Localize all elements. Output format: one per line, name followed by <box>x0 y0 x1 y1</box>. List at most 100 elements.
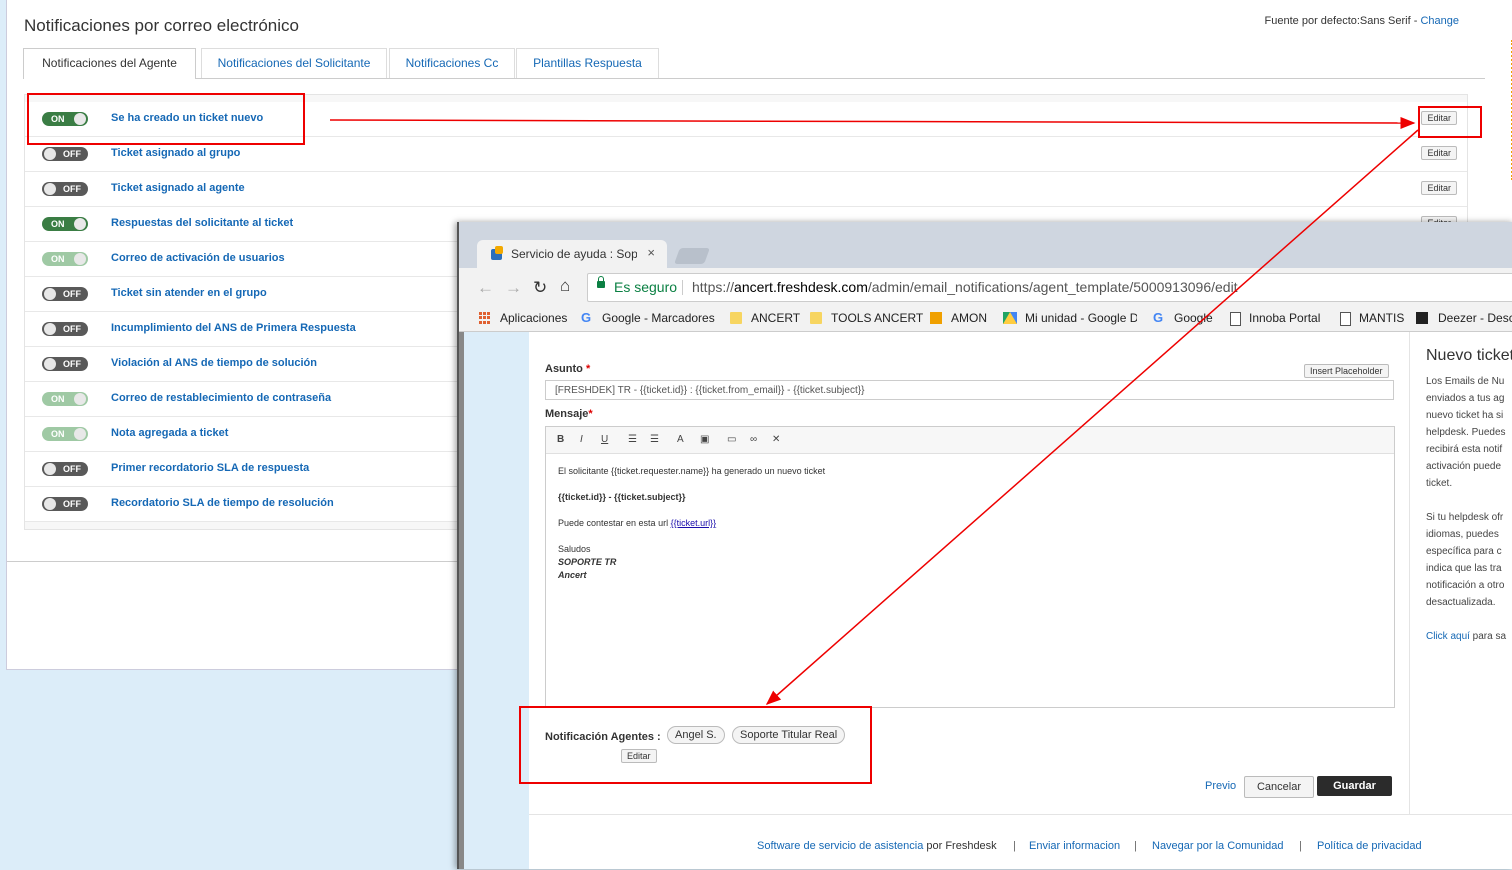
notification-label[interactable]: Primer recordatorio SLA de respuesta <box>111 462 309 474</box>
toggle-switch[interactable]: OFF <box>42 182 88 196</box>
reload-icon[interactable]: ↻ <box>533 278 547 298</box>
notification-tabs: Notificaciones del Agente Notificaciones… <box>23 48 1485 79</box>
annotation-box <box>1418 106 1482 138</box>
numbered-list-icon[interactable]: ☰ <box>650 434 659 445</box>
body-line: {{ticket.id}} - {{ticket.subject}} <box>558 492 686 502</box>
body-line: Puede contestar en esta url <box>558 518 671 528</box>
google-icon: G <box>1153 310 1164 325</box>
notification-label[interactable]: Ticket asignado al grupo <box>111 147 240 159</box>
cancel-button[interactable]: Cancelar <box>1244 776 1314 798</box>
bookmark-tools-ancert[interactable]: TOOLS ANCERT <box>831 311 923 325</box>
message-body[interactable]: El solicitante {{ticket.requester.name}}… <box>558 465 825 582</box>
lock-icon <box>597 276 605 288</box>
new-tab-button[interactable] <box>674 248 710 264</box>
back-arrow-icon[interactable]: ← <box>477 278 494 298</box>
editor-toolbar: B I U ☰ ☰ A ▣ ▭ ∞ ✕ <box>546 427 1394 454</box>
freshdesk-favicon-icon <box>491 246 503 260</box>
toggle-switch[interactable]: OFF <box>42 322 88 336</box>
tab-requester-notifications[interactable]: Notificaciones del Solicitante <box>201 48 387 78</box>
notification-label[interactable]: Recordatorio SLA de tiempo de resolución <box>111 497 334 509</box>
google-icon: G <box>581 310 592 325</box>
notification-label[interactable]: Nota agregada a ticket <box>111 427 228 439</box>
subject-field[interactable]: [FRESHDEK] TR - {{ticket.id}} : {{ticket… <box>545 380 1394 400</box>
bookmark-google-marcadores[interactable]: Google - Marcadores <box>602 311 715 325</box>
tab-response-templates[interactable]: Plantillas Respuesta <box>516 48 659 78</box>
bookmark-apps[interactable]: Aplicaciones <box>500 311 567 325</box>
signature-line: SOPORTE TR <box>558 557 617 567</box>
home-icon[interactable]: ⌂ <box>560 276 570 296</box>
close-tab-icon[interactable]: × <box>647 245 655 260</box>
ticket-url-link[interactable]: {{ticket.url}} <box>671 518 717 528</box>
forward-arrow-icon[interactable]: → <box>505 278 522 298</box>
bold-icon[interactable]: B <box>557 434 564 445</box>
body-line: Saludos <box>558 544 591 554</box>
body-line: El solicitante {{ticket.requester.name}}… <box>558 466 826 476</box>
insert-placeholder-button[interactable]: Insert Placeholder <box>1304 364 1389 378</box>
toggle-switch[interactable]: OFF <box>42 147 88 161</box>
amon-icon <box>930 312 942 324</box>
edit-button[interactable]: Editar <box>1421 181 1457 195</box>
toggle-switch[interactable]: ON <box>42 392 88 406</box>
browser-tab[interactable]: Servicio de ayuda : Soporte × <box>477 240 667 268</box>
address-bar[interactable]: Es seguro https://ancert.freshdesk.com/a… <box>587 273 1512 302</box>
message-label: Mensaje* <box>545 408 593 420</box>
footer-separator: | <box>1134 840 1137 852</box>
notification-label[interactable]: Correo de restablecimiento de contraseña <box>111 392 331 404</box>
footer-software-link[interactable]: Software de servicio de asistencia por F… <box>757 840 997 852</box>
bookmark-amon[interactable]: AMON <box>951 311 987 325</box>
notification-label[interactable]: Respuestas del solicitante al ticket <box>111 217 293 229</box>
help-panel: Nuevo ticket Los Emails de Nu enviados a… <box>1409 332 1512 814</box>
font-setting: Fuente por defecto:Sans Serif - Change <box>1265 15 1459 27</box>
google-drive-icon <box>1003 312 1017 324</box>
click-here-link[interactable]: Click aquí <box>1426 631 1470 642</box>
save-button[interactable]: Guardar <box>1317 776 1392 796</box>
footer-separator: | <box>1013 840 1016 852</box>
bookmark-mi-unidad[interactable]: Mi unidad - Google D <box>1025 311 1137 325</box>
apps-grid-icon <box>479 312 491 324</box>
scroll-indicator <box>1508 40 1512 180</box>
list-item: OFF Ticket asignado al agente Editar <box>25 172 1467 207</box>
image-icon[interactable]: ▭ <box>727 434 736 445</box>
font-change-link[interactable]: Change <box>1420 15 1459 27</box>
toggle-switch[interactable]: OFF <box>42 357 88 371</box>
toggle-switch[interactable]: OFF <box>42 462 88 476</box>
clear-format-icon[interactable]: ✕ <box>772 434 780 445</box>
footer-privacy-link[interactable]: Política de privacidad <box>1317 840 1422 852</box>
tab-agent-notifications[interactable]: Notificaciones del Agente <box>23 48 196 79</box>
footer: Software de servicio de asistencia por F… <box>529 814 1512 870</box>
toggle-switch[interactable]: OFF <box>42 497 88 511</box>
link-icon[interactable]: ∞ <box>750 434 757 445</box>
notification-label[interactable]: Correo de activación de usuarios <box>111 252 285 264</box>
bookmarks-bar: Aplicaciones G Google - Marcadores ANCER… <box>459 306 1512 332</box>
footer-feedback-link[interactable]: Enviar informacion <box>1029 840 1120 852</box>
italic-icon[interactable]: I <box>580 434 583 445</box>
subject-label: Asunto * <box>545 363 591 375</box>
notification-label[interactable]: Ticket sin atender en el grupo <box>111 287 267 299</box>
preview-link[interactable]: Previo <box>1205 780 1236 792</box>
message-editor[interactable]: B I U ☰ ☰ A ▣ ▭ ∞ ✕ El solicitante {{tic… <box>545 426 1395 708</box>
toggle-switch[interactable]: ON <box>42 427 88 441</box>
edit-button[interactable]: Editar <box>1421 146 1457 160</box>
notification-label[interactable]: Incumplimiento del ANS de Primera Respue… <box>111 322 356 334</box>
notification-label[interactable]: Violación al ANS de tiempo de solución <box>111 357 317 369</box>
bullet-list-icon[interactable]: ☰ <box>628 434 637 445</box>
background-color-icon[interactable]: ▣ <box>700 434 709 445</box>
tab-cc-notifications[interactable]: Notificaciones Cc <box>389 48 515 78</box>
secure-label: Es seguro <box>614 279 678 295</box>
bookmark-mantis[interactable]: MANTIS <box>1359 311 1404 325</box>
bookmark-google[interactable]: Google <box>1174 311 1213 325</box>
help-text: Los Emails de Nu enviados a tus ag nuevo… <box>1426 376 1507 642</box>
underline-icon[interactable]: U <box>601 434 608 445</box>
deezer-icon <box>1416 312 1428 324</box>
bookmark-ancert[interactable]: ANCERT <box>751 311 800 325</box>
url-text: https://ancert.freshdesk.com/admin/email… <box>692 279 1238 295</box>
page-icon <box>1230 312 1241 326</box>
toggle-switch[interactable]: ON <box>42 217 88 231</box>
toggle-switch[interactable]: ON <box>42 252 88 266</box>
footer-community-link[interactable]: Navegar por la Comunidad <box>1152 840 1283 852</box>
font-color-icon[interactable]: A <box>677 434 684 445</box>
toggle-switch[interactable]: OFF <box>42 287 88 301</box>
bookmark-innoba-portal[interactable]: Innoba Portal <box>1249 311 1320 325</box>
bookmark-deezer[interactable]: Deezer - Desc <box>1438 311 1512 325</box>
notification-label[interactable]: Ticket asignado al agente <box>111 182 245 194</box>
